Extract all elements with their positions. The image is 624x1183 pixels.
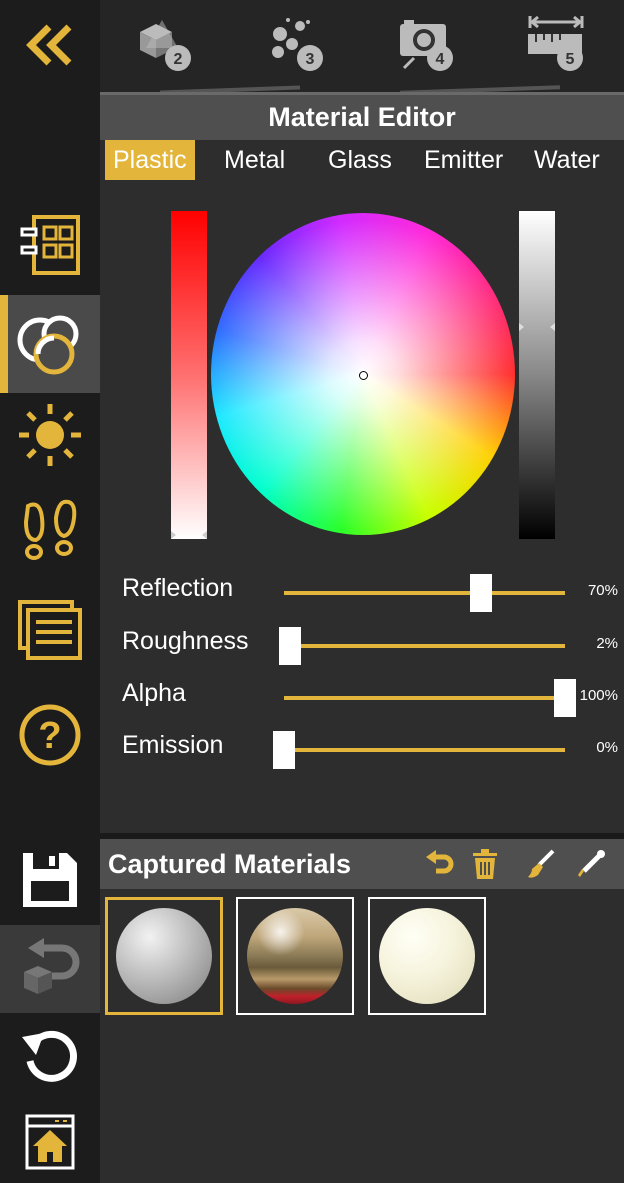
svg-text:4: 4 <box>436 51 445 68</box>
layout-button[interactable] <box>0 200 100 290</box>
svg-text:3: 3 <box>306 51 315 68</box>
slider-label: Alpha <box>122 679 186 707</box>
walk-button[interactable] <box>0 485 100 575</box>
svg-text:5: 5 <box>566 51 575 68</box>
collapse-icon <box>26 24 72 66</box>
material-swatch-wood[interactable] <box>236 897 354 1015</box>
saturation-marker-right <box>202 531 207 539</box>
undo-box-icon <box>24 938 80 994</box>
slider-thumb[interactable] <box>278 627 301 665</box>
home-button[interactable] <box>0 1100 100 1183</box>
camera-icon: 4 <box>400 20 453 71</box>
collapse-button[interactable] <box>0 0 100 90</box>
slider-alpha: Alpha 100% <box>100 671 624 723</box>
camera-tool[interactable]: 4 <box>390 8 462 80</box>
material-swatch-gray[interactable] <box>105 897 223 1015</box>
svg-text:2: 2 <box>174 51 183 68</box>
tab-water[interactable]: Water <box>526 140 608 180</box>
slider-roughness: Roughness 2% <box>100 619 624 671</box>
path-icon: 3 <box>272 18 323 71</box>
delete-button[interactable] <box>468 847 502 881</box>
svg-text:?: ? <box>38 715 61 757</box>
slider-value: 0% <box>596 739 618 756</box>
eyedropper-icon <box>578 850 605 877</box>
slider-label: Roughness <box>122 627 249 655</box>
undo-box-button[interactable] <box>0 925 100 1013</box>
slider-label: Reflection <box>122 574 234 602</box>
save-button[interactable] <box>0 835 100 925</box>
material-tabs: Plastic Metal Glass Emitter Water <box>100 137 624 183</box>
layout-icon <box>20 215 80 275</box>
brightness-marker-right <box>550 323 555 331</box>
saturation-marker-left <box>171 531 176 539</box>
materials-button[interactable] <box>0 295 100 393</box>
brush-icon <box>528 849 555 878</box>
color-wheel-cursor[interactable] <box>359 371 368 380</box>
gray-sphere <box>116 908 212 1004</box>
wood-sphere <box>247 908 343 1004</box>
eyedropper-button[interactable] <box>574 847 608 881</box>
slider-value: 70% <box>587 582 618 599</box>
help-button[interactable]: ? <box>0 690 100 780</box>
slider-track[interactable] <box>284 748 565 752</box>
tab-plastic[interactable]: Plastic <box>105 140 195 180</box>
slider-thumb[interactable] <box>554 679 576 717</box>
measure-icon: 5 <box>528 15 584 71</box>
cream-sphere <box>379 908 475 1004</box>
brightness-marker-left <box>519 323 524 331</box>
tab-metal[interactable]: Metal <box>216 140 293 180</box>
notes-button[interactable] <box>0 585 100 675</box>
undo-icon <box>426 850 454 874</box>
slider-track[interactable] <box>284 644 565 648</box>
reset-icon <box>22 1030 77 1082</box>
home-icon <box>25 1114 75 1169</box>
path-tool[interactable]: 3 <box>260 8 332 80</box>
top-toolbar: 2 3 4 5 <box>100 0 624 95</box>
slider-value: 100% <box>579 687 618 704</box>
measure-tool[interactable]: 5 <box>520 8 592 80</box>
slider-reflection: Reflection 70% <box>100 566 624 618</box>
slider-track[interactable] <box>284 696 565 700</box>
slider-label: Emission <box>122 731 224 759</box>
objects-tool[interactable]: 2 <box>128 8 200 80</box>
materials-icon <box>17 315 79 375</box>
help-icon: ? <box>19 704 81 766</box>
slider-thumb[interactable] <box>273 731 295 769</box>
slider-track[interactable] <box>284 591 565 595</box>
tab-emitter[interactable]: Emitter <box>416 140 511 180</box>
panel-title: Material Editor <box>100 92 624 140</box>
notes-icon <box>18 600 82 660</box>
brightness-bar[interactable] <box>519 211 555 539</box>
trash-icon <box>473 849 497 879</box>
undo-button[interactable] <box>422 847 456 881</box>
captured-materials-title: Captured Materials <box>108 849 352 879</box>
captured-materials-header: Captured Materials <box>100 839 624 889</box>
save-icon <box>23 853 77 907</box>
slider-thumb[interactable] <box>469 574 492 612</box>
brush-button[interactable] <box>524 847 558 881</box>
sidebar: ? <box>0 0 100 1183</box>
walk-icon <box>23 499 77 560</box>
slider-emission: Emission 0% <box>100 723 624 775</box>
reset-button[interactable] <box>0 1010 100 1100</box>
slider-value: 2% <box>596 635 618 652</box>
objects-icon: 2 <box>140 20 191 71</box>
light-button[interactable] <box>0 390 100 480</box>
tab-glass[interactable]: Glass <box>320 140 400 180</box>
material-swatch-cream[interactable] <box>368 897 486 1015</box>
saturation-bar[interactable] <box>171 211 207 539</box>
light-icon <box>19 404 81 466</box>
